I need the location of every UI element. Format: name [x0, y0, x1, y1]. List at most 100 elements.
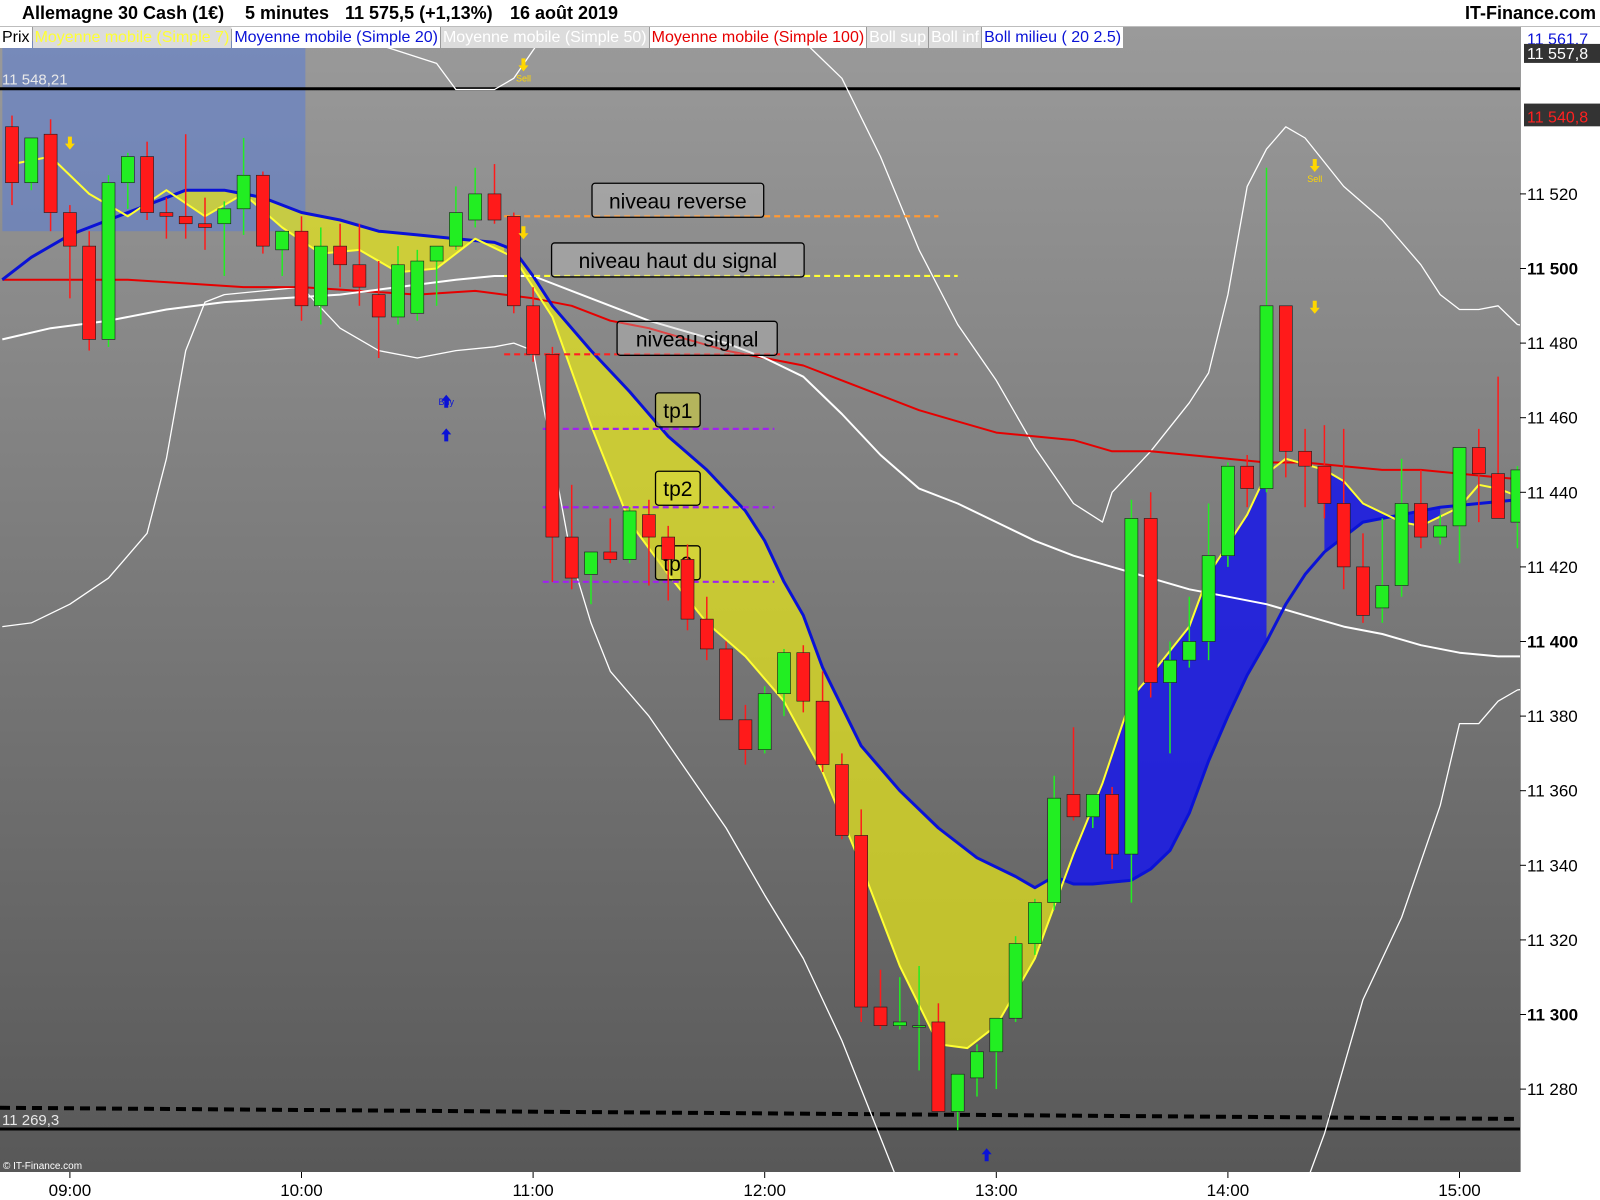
indicator-legend[interactable]: Prix Moyenne mobile (Simple 7) Moyenne mob… — [0, 27, 1124, 48]
candle-body[interactable] — [1008, 943, 1023, 1019]
candle-body[interactable] — [526, 305, 540, 355]
candle-body[interactable] — [5, 126, 19, 184]
candle-body[interactable] — [275, 230, 290, 251]
candle-body[interactable] — [1240, 465, 1254, 489]
candle-body[interactable] — [313, 245, 328, 307]
candle-body[interactable] — [1472, 447, 1486, 474]
candle-body[interactable] — [680, 559, 695, 620]
candle-body[interactable] — [333, 245, 347, 266]
candle-body[interactable] — [1047, 797, 1061, 903]
legend-item-4[interactable]: Moyenne mobile (Simple 100) — [649, 27, 867, 48]
candle-body[interactable] — [584, 551, 598, 575]
level-label-2: niveau signal — [636, 328, 759, 351]
legend-item-0[interactable]: Prix — [0, 27, 32, 48]
legend-item-5[interactable]: Boll sup — [867, 27, 929, 48]
candle-body[interactable] — [912, 1025, 926, 1028]
candle-body[interactable] — [1201, 555, 1216, 642]
price-chart[interactable]: 11 548,21 11 269,3 niveau reverse niveau h… — [0, 0, 1600, 1200]
x-tick-label-0: 09:00 — [49, 1181, 92, 1200]
signal-label-1: Sell — [516, 73, 531, 83]
candle-body[interactable] — [82, 245, 96, 340]
candle-body[interactable] — [371, 294, 386, 318]
candle-body[interactable] — [63, 212, 77, 247]
candle-body[interactable] — [815, 700, 830, 765]
candle-body[interactable] — [1452, 447, 1467, 527]
candle-body[interactable] — [738, 719, 753, 750]
candle-body[interactable] — [777, 652, 791, 695]
candle-body[interactable] — [1086, 794, 1100, 818]
candle-body[interactable] — [449, 212, 463, 247]
candle-body[interactable] — [892, 1021, 907, 1026]
candle-body[interactable] — [970, 1051, 984, 1079]
candle-body[interactable] — [1394, 503, 1409, 586]
candle-body[interactable] — [564, 536, 579, 579]
candle-body[interactable] — [1259, 305, 1274, 489]
candle-body[interactable] — [487, 193, 502, 221]
candle-body[interactable] — [101, 182, 116, 340]
candle-body[interactable] — [950, 1073, 965, 1112]
candle-body[interactable] — [1336, 503, 1351, 568]
candle-body[interactable] — [545, 353, 560, 538]
legend-item-1[interactable]: Moyenne mobile (Simple 7) — [32, 27, 232, 48]
candle-body[interactable] — [622, 510, 637, 560]
candle-body[interactable] — [1143, 518, 1158, 683]
candle-body[interactable] — [1298, 450, 1312, 467]
candle-body[interactable] — [1375, 585, 1390, 609]
legend-item-6[interactable]: Boll inf — [929, 27, 982, 48]
candle-body[interactable] — [603, 551, 618, 560]
candle-body[interactable] — [1221, 465, 1235, 557]
candle-body[interactable] — [236, 174, 251, 210]
legend-item-7[interactable]: Boll milieu ( 20 2.5) — [982, 27, 1124, 48]
candle-body[interactable] — [989, 1017, 1004, 1053]
level-label-1: niveau haut du signal — [579, 250, 778, 273]
candle-body[interactable] — [1105, 794, 1119, 855]
candle-body[interactable] — [24, 137, 39, 184]
hline-label-1: 11 269,3 — [2, 1112, 59, 1129]
candle-body[interactable] — [1414, 503, 1428, 538]
candle-body[interactable] — [1182, 641, 1197, 661]
candle-body[interactable] — [198, 223, 212, 228]
x-tick-label-6: 15:00 — [1438, 1181, 1481, 1200]
candle-body[interactable] — [854, 835, 869, 1008]
candle-body[interactable] — [391, 264, 405, 318]
legend-item-3[interactable]: Moyenne mobile (Simple 50) — [440, 27, 649, 48]
candle-body[interactable] — [796, 652, 811, 702]
candle-body[interactable] — [256, 174, 270, 247]
candle-body[interactable] — [1163, 659, 1177, 683]
candle-body[interactable] — [1066, 794, 1081, 818]
x-tick-label-5: 14:00 — [1207, 1181, 1250, 1200]
candle-body[interactable] — [352, 264, 367, 288]
candle-body[interactable] — [429, 245, 444, 262]
candle-body[interactable] — [294, 230, 309, 307]
candle-body[interactable] — [1433, 525, 1447, 538]
candle-body[interactable] — [719, 648, 733, 721]
candle-body[interactable] — [506, 215, 521, 307]
x-tick-label-1: 10:00 — [280, 1181, 323, 1200]
candle-body[interactable] — [159, 212, 174, 217]
candle-body[interactable] — [43, 133, 58, 213]
candle-body[interactable] — [835, 764, 849, 836]
candle-body[interactable] — [642, 514, 656, 538]
candle-body[interactable] — [661, 536, 676, 560]
candle-body[interactable] — [1356, 566, 1370, 616]
xaxis-background — [0, 1172, 1600, 1200]
candle-body[interactable] — [699, 618, 714, 650]
candle-body[interactable] — [1317, 465, 1332, 504]
candle-body[interactable] — [410, 260, 425, 314]
candle-body[interactable] — [468, 193, 483, 221]
candle-body[interactable] — [1279, 305, 1293, 452]
candle-body[interactable] — [178, 215, 193, 225]
candle-body[interactable] — [757, 693, 772, 750]
timeframe-label: 5 minutes — [245, 3, 330, 23]
candle-body[interactable] — [931, 1021, 946, 1112]
candle-body[interactable] — [1124, 518, 1139, 855]
legend-item-2[interactable]: Moyenne mobile (Simple 20) — [232, 27, 440, 48]
candle-body[interactable] — [1491, 473, 1505, 519]
level-label-4: tp2 — [663, 478, 692, 501]
candle-body[interactable] — [217, 208, 232, 225]
candle-body[interactable] — [121, 156, 135, 184]
candle-body[interactable] — [1028, 902, 1042, 944]
candle-body[interactable] — [140, 156, 154, 213]
quote-label: 11 575,5 (+1,13%) — [345, 3, 493, 23]
candle-body[interactable] — [873, 1006, 888, 1026]
